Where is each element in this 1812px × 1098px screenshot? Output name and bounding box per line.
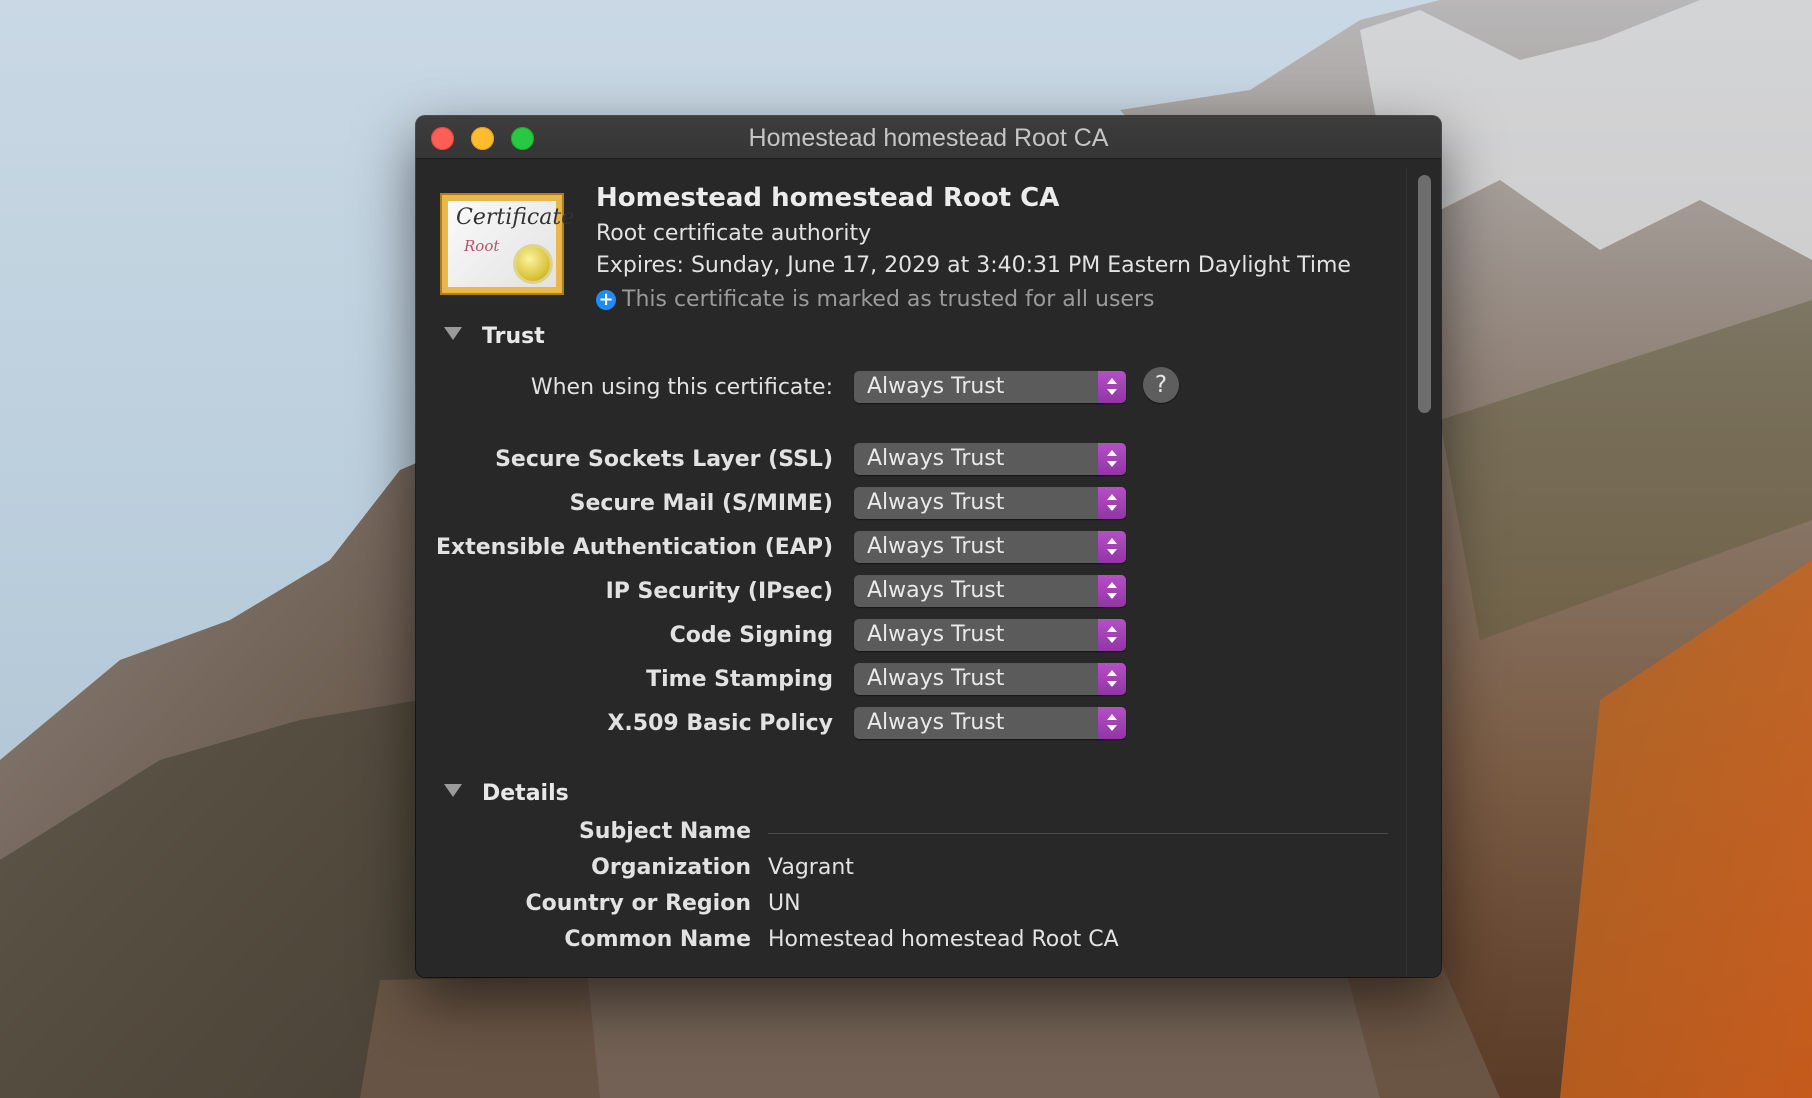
certificate-kind: Root certificate authority [596, 221, 872, 246]
popup-stepper-icon [1098, 619, 1126, 651]
vertical-scrollbar[interactable] [1406, 167, 1441, 977]
scroll-thumb[interactable] [1418, 175, 1431, 413]
popup-stepper-icon [1098, 443, 1126, 475]
popup-stepper-icon [1098, 707, 1126, 739]
title-bar[interactable]: Homestead homestead Root CA [416, 116, 1441, 159]
subject-name-label: Subject Name [578, 819, 751, 844]
policy-label-time-stamping: Time Stamping [646, 667, 833, 692]
plus-circle-icon: + [596, 290, 616, 310]
policy-popup-code-signing[interactable]: Always Trust [854, 619, 1126, 651]
when-using-popup[interactable]: Always Trust [854, 371, 1126, 403]
country-value: UN [768, 891, 801, 916]
popup-value: Always Trust [867, 446, 1005, 471]
organization-label: Organization [591, 855, 751, 880]
common-name-label: Common Name [564, 927, 751, 952]
popup-value: Always Trust [867, 666, 1005, 691]
trust-status: + This certificate is marked as trusted f… [596, 287, 1154, 312]
certificate-content: Certificate Root Homestead homestead Roo… [416, 159, 1441, 977]
certificate-icon-word: Certificate [456, 205, 575, 230]
popup-stepper-icon [1098, 663, 1126, 695]
window-title: Homestead homestead Root CA [748, 124, 1109, 152]
policy-label-ipsec: IP Security (IPsec) [605, 579, 833, 604]
popup-value: Always Trust [867, 710, 1005, 735]
certificate-name: Homestead homestead Root CA [596, 183, 1060, 213]
popup-value: Always Trust [867, 374, 1005, 399]
popup-value: Always Trust [867, 490, 1005, 515]
when-using-label: When using this certificate: [530, 375, 833, 400]
policy-label-eap: Extensible Authentication (EAP) [436, 535, 833, 560]
certificate-expiry: Expires: Sunday, June 17, 2029 at 3:40:3… [596, 253, 1351, 278]
organization-value: Vagrant [768, 855, 854, 880]
disclosure-triangle-icon[interactable] [444, 327, 462, 340]
policy-label-code-signing: Code Signing [669, 623, 833, 648]
disclosure-triangle-icon[interactable] [444, 784, 462, 797]
popup-value: Always Trust [867, 622, 1005, 647]
help-button[interactable]: ? [1143, 367, 1179, 403]
popup-stepper-icon [1098, 371, 1126, 403]
policy-popup-ipsec[interactable]: Always Trust [854, 575, 1126, 607]
popup-value: Always Trust [867, 534, 1005, 559]
popup-value: Always Trust [867, 578, 1005, 603]
policy-label-ssl: Secure Sockets Layer (SSL) [495, 447, 833, 472]
popup-stepper-icon [1098, 575, 1126, 607]
common-name-value: Homestead homestead Root CA [768, 927, 1119, 952]
policy-popup-smime[interactable]: Always Trust [854, 487, 1126, 519]
subject-name-divider [768, 833, 1388, 834]
certificate-icon-subword: Root [464, 237, 500, 255]
trust-heading: Trust [482, 324, 545, 349]
seal-icon [516, 247, 550, 281]
popup-stepper-icon [1098, 531, 1126, 563]
country-label: Country or Region [525, 891, 752, 916]
policy-label-x509: X.509 Basic Policy [607, 711, 833, 736]
details-section-header[interactable]: Details [444, 781, 569, 806]
policy-popup-eap[interactable]: Always Trust [854, 531, 1126, 563]
policy-popup-ssl[interactable]: Always Trust [854, 443, 1126, 475]
details-heading: Details [482, 781, 569, 806]
certificate-icon: Certificate Root [440, 193, 574, 295]
popup-stepper-icon [1098, 487, 1126, 519]
policy-popup-time-stamping[interactable]: Always Trust [854, 663, 1126, 695]
trust-status-text: This certificate is marked as trusted fo… [622, 287, 1155, 312]
policy-label-smime: Secure Mail (S/MIME) [569, 491, 833, 516]
trust-section-header[interactable]: Trust [444, 324, 545, 349]
certificate-window: Homestead homestead Root CA Certificate … [416, 116, 1441, 977]
policy-popup-x509[interactable]: Always Trust [854, 707, 1126, 739]
